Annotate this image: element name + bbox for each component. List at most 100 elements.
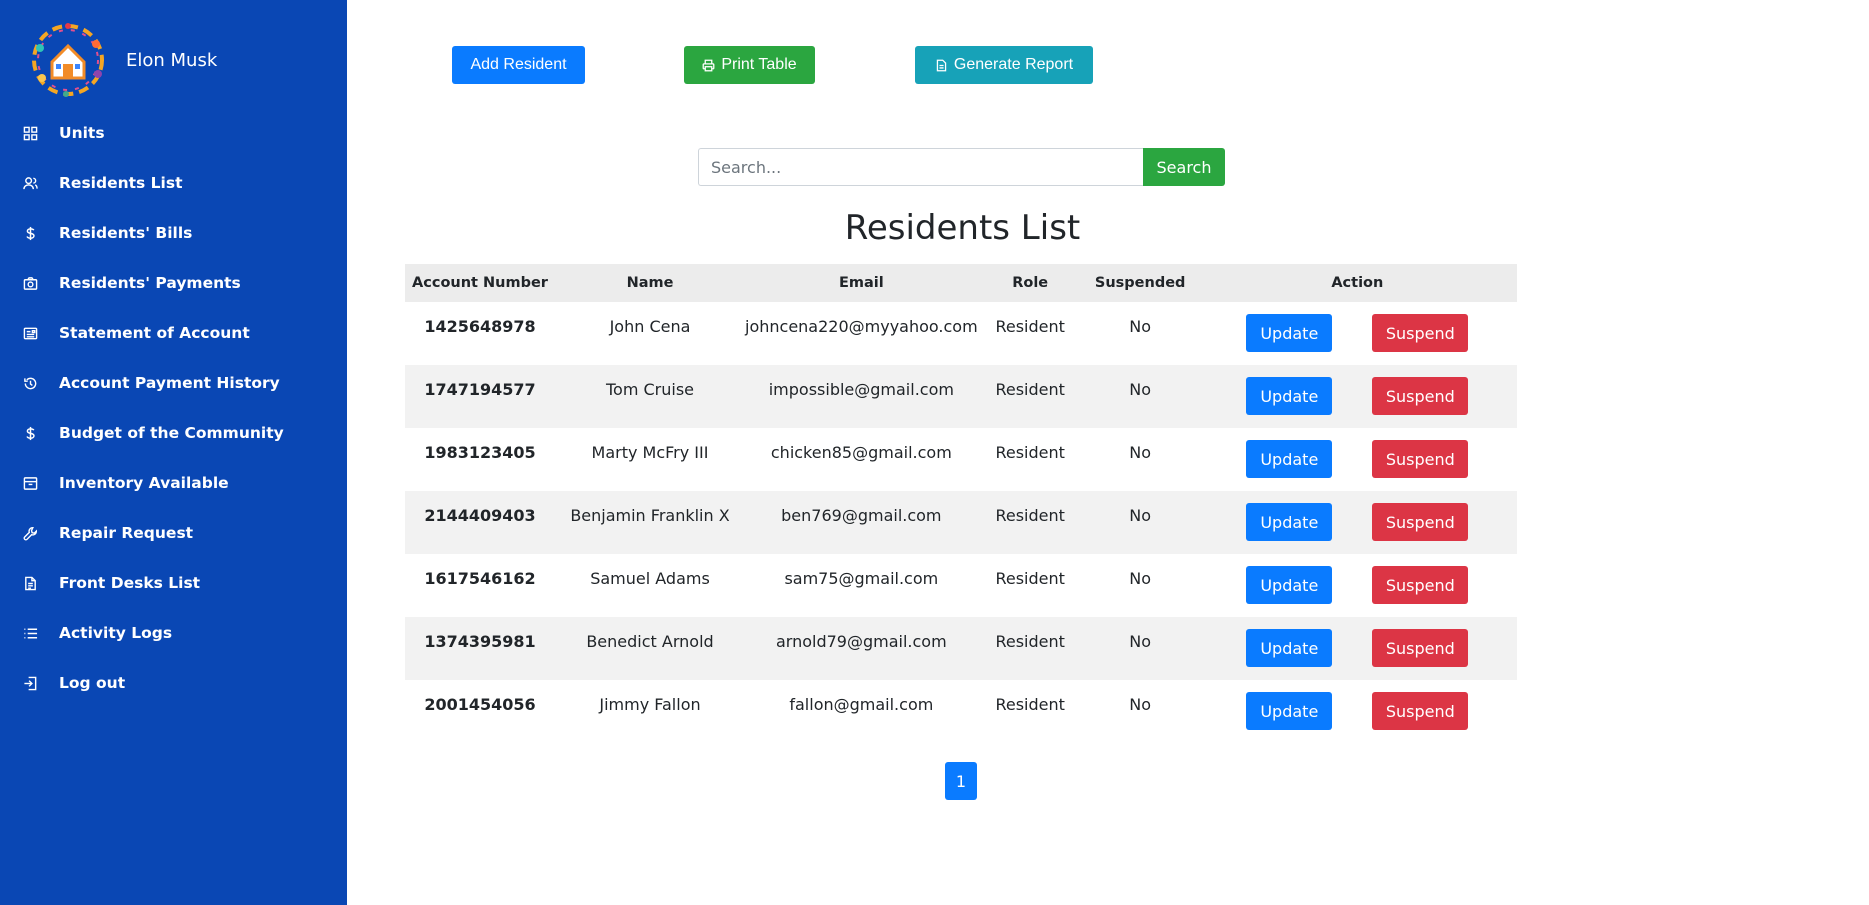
email-cell: johncena220@myyahoo.com [745, 317, 978, 336]
sidebar-item-label: Activity Logs [59, 624, 173, 642]
sidebar: Elon Musk Units Residents List Residents… [0, 0, 347, 905]
file-icon [935, 59, 954, 72]
name-cell: Jimmy Fallon [599, 695, 701, 714]
column-header-name: Name [555, 264, 745, 302]
dollar-icon [22, 225, 38, 241]
pagination-page-1[interactable]: 1 [945, 762, 977, 800]
sidebar-item-budget[interactable]: Budget of the Community [0, 408, 347, 458]
table-row: 1374395981 Benedict Arnold arnold79@gmai… [405, 617, 1517, 680]
name-cell: John Cena [609, 317, 691, 336]
email-cell: arnold79@gmail.com [775, 632, 947, 651]
main-content: Add Resident Print Table Generate Report… [347, 0, 1869, 905]
sidebar-item-residents-list[interactable]: Residents List [0, 158, 347, 208]
generate-report-button[interactable]: Generate Report [915, 46, 1093, 84]
update-button[interactable]: Update [1246, 440, 1333, 478]
role-cell: Resident [995, 506, 1065, 525]
sidebar-item-logout[interactable]: Log out [0, 658, 347, 708]
wrench-icon [22, 525, 38, 541]
email-cell: impossible@gmail.com [768, 380, 954, 399]
role-cell: Resident [995, 695, 1065, 714]
update-button[interactable]: Update [1246, 692, 1333, 730]
sidebar-item-label: Residents List [59, 174, 183, 192]
grid-icon [22, 125, 38, 141]
suspended-cell: No [1129, 632, 1152, 651]
archive-icon [22, 475, 38, 491]
table-row: 1747194577 Tom Cruise impossible@gmail.c… [405, 365, 1517, 428]
name-cell: Tom Cruise [605, 380, 695, 399]
print-table-label: Print Table [721, 56, 797, 73]
sidebar-item-units[interactable]: Units [0, 108, 347, 158]
sidebar-item-account-payment-history[interactable]: Account Payment History [0, 358, 347, 408]
logout-icon [22, 675, 38, 691]
search-input[interactable] [698, 148, 1143, 186]
account-number-cell: 2001454056 [424, 695, 536, 714]
user-name: Elon Musk [126, 49, 218, 71]
page-title: Residents List [844, 208, 1081, 248]
suspend-button[interactable]: Suspend [1372, 377, 1469, 415]
sidebar-item-label: Inventory Available [59, 474, 229, 492]
search-button[interactable]: Search [1143, 148, 1225, 186]
suspend-button[interactable]: Suspend [1372, 440, 1469, 478]
sidebar-item-inventory[interactable]: Inventory Available [0, 458, 347, 508]
sidebar-item-label: Residents' Bills [59, 224, 193, 242]
history-icon [22, 375, 38, 391]
role-cell: Resident [995, 380, 1065, 399]
suspend-button[interactable]: Suspend [1372, 566, 1469, 604]
sidebar-nav: Units Residents List Residents' Bills Re… [0, 108, 347, 708]
update-button[interactable]: Update [1246, 377, 1333, 415]
sidebar-item-activity-logs[interactable]: Activity Logs [0, 608, 347, 658]
add-resident-label: Add Resident [470, 56, 567, 73]
action-cell: Update Suspend [1198, 491, 1517, 554]
sidebar-item-repair-request[interactable]: Repair Request [0, 508, 347, 558]
update-button[interactable]: Update [1246, 629, 1333, 667]
suspended-cell: No [1129, 317, 1152, 336]
community-logo [26, 18, 110, 102]
email-cell: ben769@gmail.com [781, 506, 942, 525]
sidebar-item-front-desks[interactable]: Front Desks List [0, 558, 347, 608]
users-icon [22, 175, 38, 191]
account-number-cell: 1617546162 [424, 569, 536, 588]
column-header-suspended: Suspended [1082, 264, 1198, 302]
update-button[interactable]: Update [1246, 314, 1333, 352]
role-cell: Resident [995, 632, 1065, 651]
suspend-button[interactable]: Suspend [1372, 503, 1469, 541]
sidebar-item-label: Front Desks List [59, 574, 201, 592]
column-header-account-number: Account Number [405, 264, 555, 302]
name-cell: Samuel Adams [590, 569, 710, 588]
suspend-button[interactable]: Suspend [1372, 692, 1469, 730]
account-number-cell: 2144409403 [424, 506, 536, 525]
sidebar-item-residents-bills[interactable]: Residents' Bills [0, 208, 347, 258]
action-cell: Update Suspend [1198, 680, 1517, 743]
role-cell: Resident [995, 317, 1065, 336]
account-number-cell: 1374395981 [424, 632, 536, 651]
update-button[interactable]: Update [1246, 566, 1333, 604]
update-button[interactable]: Update [1246, 503, 1333, 541]
document-icon [22, 575, 38, 591]
sidebar-item-residents-payments[interactable]: Residents' Payments [0, 258, 347, 308]
dollar-icon [22, 425, 38, 441]
suspended-cell: No [1129, 695, 1152, 714]
email-cell: fallon@gmail.com [789, 695, 934, 714]
column-header-email: Email [745, 264, 978, 302]
suspend-button[interactable]: Suspend [1372, 314, 1469, 352]
printer-icon [702, 59, 721, 72]
column-header-role: Role [977, 264, 1083, 302]
print-table-button[interactable]: Print Table [684, 46, 815, 84]
table-row: 1425648978 John Cena johncena220@myyahoo… [405, 302, 1517, 365]
table-row: 1983123405 Marty McFry III chicken85@gma… [405, 428, 1517, 491]
camera-icon [22, 275, 38, 291]
account-number-cell: 1747194577 [424, 380, 536, 399]
suspended-cell: No [1129, 380, 1152, 399]
sidebar-item-label: Units [59, 124, 105, 142]
role-cell: Resident [995, 569, 1065, 588]
sidebar-item-label: Residents' Payments [59, 274, 241, 292]
add-resident-button[interactable]: Add Resident [452, 46, 585, 84]
suspend-button[interactable]: Suspend [1372, 629, 1469, 667]
residents-table: Account Number Name Email Role Suspended… [405, 264, 1517, 743]
account-number-cell: 1425648978 [424, 317, 536, 336]
sidebar-item-statement-of-account[interactable]: Statement of Account [0, 308, 347, 358]
suspended-cell: No [1129, 443, 1152, 462]
sidebar-item-label: Budget of the Community [59, 424, 284, 442]
sidebar-item-label: Account Payment History [59, 374, 280, 392]
sidebar-item-label: Repair Request [59, 524, 194, 542]
